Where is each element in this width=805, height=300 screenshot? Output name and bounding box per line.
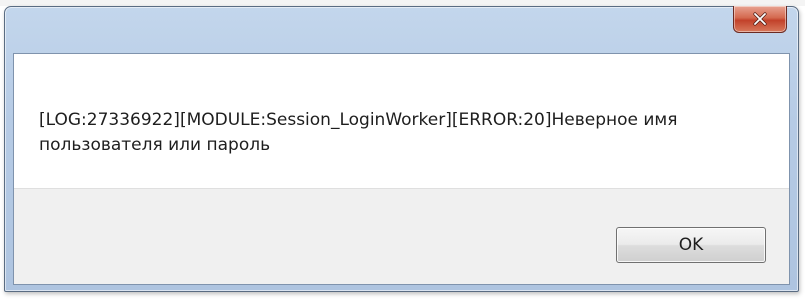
button-area: OK (14, 188, 789, 284)
error-dialog: [LOG:27336922][MODULE:Session_LoginWorke… (4, 6, 799, 292)
close-icon (753, 12, 767, 26)
dialog-content: [LOG:27336922][MODULE:Session_LoginWorke… (13, 53, 790, 285)
error-message: [LOG:27336922][MODULE:Session_LoginWorke… (39, 110, 678, 155)
dialog-titlebar[interactable] (5, 6, 798, 53)
ok-button[interactable]: OK (616, 227, 766, 263)
message-area: [LOG:27336922][MODULE:Session_LoginWorke… (14, 54, 789, 188)
close-button[interactable] (733, 6, 787, 33)
